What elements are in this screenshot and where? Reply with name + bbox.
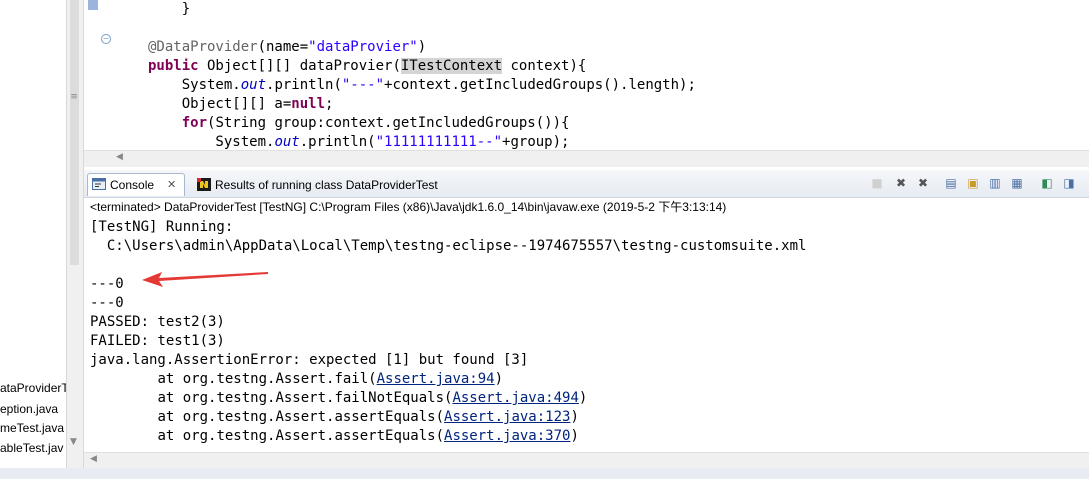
console-icon bbox=[92, 178, 106, 190]
output-line: ---0 bbox=[90, 276, 124, 292]
stacktrace-text: at org.testng.Assert.fail( bbox=[90, 371, 377, 387]
fold-collapse-icon[interactable]: − bbox=[101, 34, 111, 44]
tree-item[interactable]: meTest.java bbox=[0, 421, 64, 435]
status-bar bbox=[0, 468, 1089, 479]
console-output: [TestNG] Running: C:\Users\admin\AppData… bbox=[90, 218, 806, 446]
stacktrace-link[interactable]: Assert.java:123 bbox=[444, 409, 570, 425]
stacktrace-text: ) bbox=[570, 409, 579, 425]
output-line: FAILED: test1(3) bbox=[90, 333, 225, 349]
tree-item[interactable]: ataProviderT bbox=[0, 381, 66, 395]
show-on-output-icon[interactable]: ▦ bbox=[1009, 175, 1025, 191]
console-horizontal-scrollbar[interactable]: ◀ bbox=[84, 452, 1089, 469]
stacktrace-link[interactable]: Assert.java:494 bbox=[452, 390, 578, 406]
stacktrace-text: at org.testng.Assert.assertEquals( bbox=[90, 428, 445, 444]
stacktrace-text: ) bbox=[494, 371, 504, 387]
stacktrace-text: at org.testng.Assert.failNotEquals( bbox=[90, 390, 453, 406]
editor-horizontal-scrollbar[interactable]: ◀ bbox=[84, 150, 1089, 167]
console-status-line: <terminated> DataProviderTest [TestNG] C… bbox=[84, 198, 1089, 216]
pin-console-icon[interactable]: ◧ bbox=[1039, 175, 1055, 191]
stacktrace-line: at org.testng.Assert.assertEquals(Assert… bbox=[90, 428, 579, 444]
output-line: C:\Users\admin\AppData\Local\Temp\testng… bbox=[90, 238, 807, 254]
output-line: ---0 bbox=[90, 295, 124, 311]
red-arrow-icon bbox=[142, 272, 268, 287]
stacktrace-line: at org.testng.Assert.assertEquals(Assert… bbox=[90, 409, 579, 425]
word-wrap-icon[interactable]: ▥ bbox=[987, 175, 1003, 191]
view-tabbar: Console ✕ Results of running class DataP… bbox=[84, 170, 1089, 198]
code-line: } bbox=[148, 1, 191, 17]
code-editor[interactable]: − } @DataProvider(name="dataProvier") pu… bbox=[84, 0, 1089, 168]
grip-icon: ≡ bbox=[70, 92, 78, 102]
code-line: public Object[][] dataProvier(ITestConte… bbox=[148, 58, 587, 74]
output-line: java.lang.AssertionError: expected [1] b… bbox=[90, 352, 529, 368]
remove-launch-icon[interactable]: ✖ bbox=[893, 175, 909, 191]
remove-all-launches-icon[interactable]: ✖ bbox=[915, 175, 931, 191]
stacktrace-link[interactable]: Assert.java:370 bbox=[444, 428, 570, 444]
clear-console-icon[interactable]: ▤ bbox=[943, 175, 959, 191]
tree-item[interactable]: eption.java bbox=[0, 402, 58, 416]
terminate-icon[interactable]: ■ bbox=[869, 175, 885, 191]
bookmark-marker-icon bbox=[88, 0, 98, 10]
output-line: [TestNG] Running: bbox=[90, 219, 234, 235]
code-line: for(String group:context.getIncludedGrou… bbox=[181, 115, 570, 131]
stacktrace-text: at org.testng.Assert.assertEquals( bbox=[90, 409, 445, 425]
stacktrace-line: at org.testng.Assert.failNotEquals(Asser… bbox=[90, 390, 587, 406]
tab-console[interactable]: Console ✕ bbox=[87, 173, 185, 196]
tab-testng-results[interactable]: Results of running class DataProviderTes… bbox=[192, 173, 464, 197]
tab-results-label: Results of running class DataProviderTes… bbox=[215, 178, 438, 192]
code-line: Object[][] a=null; bbox=[148, 96, 334, 112]
package-explorer: ataProviderT eption.java meTest.java abl… bbox=[0, 0, 66, 479]
code-text: } @DataProvider(name="dataProvier") publ… bbox=[148, 0, 696, 152]
display-console-icon[interactable]: ◨ bbox=[1061, 175, 1077, 191]
code-line: System.out.println("11111111111--"+group… bbox=[148, 134, 570, 150]
stacktrace-text: ) bbox=[578, 390, 588, 406]
console-view: Console ✕ Results of running class DataP… bbox=[84, 170, 1089, 479]
scroll-left-arrow-icon[interactable]: ◀ bbox=[90, 454, 97, 464]
code-line: System.out.println("---"+context.getIncl… bbox=[148, 77, 696, 93]
scrollbar-thumb[interactable] bbox=[70, 0, 79, 265]
scroll-lock-icon[interactable]: ▣ bbox=[965, 175, 981, 191]
explorer-scrollbar[interactable]: ≡ ▼ bbox=[66, 0, 84, 479]
scroll-down-arrow-icon[interactable]: ▼ bbox=[70, 437, 77, 447]
tree-item[interactable]: ableTest.jav bbox=[0, 441, 63, 455]
scroll-left-arrow-icon[interactable]: ◀ bbox=[116, 152, 123, 162]
stacktrace-text: ) bbox=[570, 428, 579, 444]
tab-console-label: Console bbox=[110, 178, 155, 192]
stacktrace-link[interactable]: Assert.java:94 bbox=[377, 371, 495, 387]
stacktrace-line: at org.testng.Assert.fail(Assert.java:94… bbox=[90, 371, 503, 387]
close-icon[interactable]: ✕ bbox=[167, 174, 176, 196]
output-line: PASSED: test2(3) bbox=[90, 314, 225, 330]
code-line: @DataProvider(name="dataProvier") bbox=[148, 39, 427, 55]
testng-icon bbox=[197, 178, 211, 191]
